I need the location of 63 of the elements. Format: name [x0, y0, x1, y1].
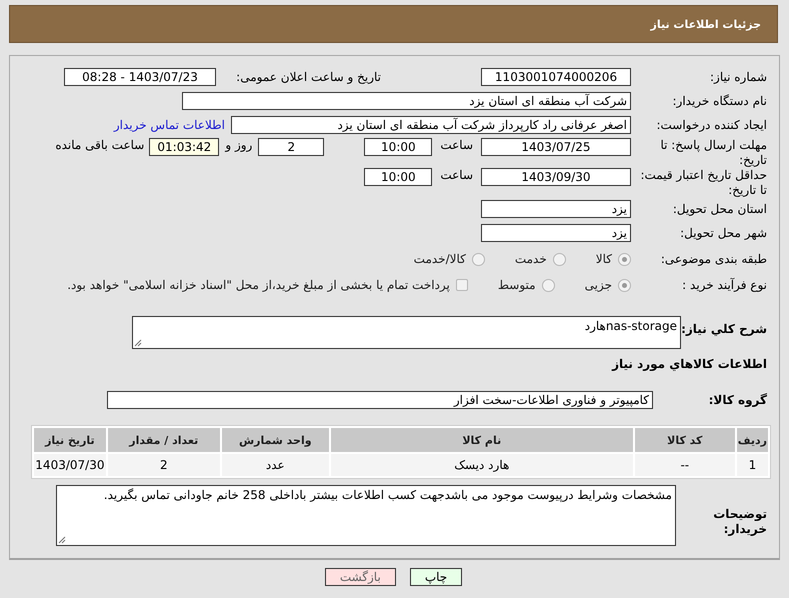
option-label: كالا/خدمت — [414, 252, 466, 266]
field-label: شماره نیاز: — [709, 70, 768, 84]
field-label: شهر محل تحویل: — [679, 226, 768, 240]
table-cell: 2 — [108, 454, 220, 476]
radio-button[interactable] — [472, 252, 485, 266]
field-label: گروه کالا: — [708, 392, 768, 408]
table-cell: 1403/07/30 — [34, 454, 106, 476]
date-field: 1403/09/30 — [481, 168, 631, 186]
goods-group-field: کامپیوتر و فناوری اطلاعات-سخت افزار — [107, 391, 653, 409]
section-heading: اطلاعات كالاهاي مورد نياز — [610, 357, 768, 371]
remaining-time-field: 01:03:42 — [149, 138, 220, 156]
time-label: ساعت — [440, 168, 473, 182]
buyer-org-field: شرکت آب منطقه ای استان یزد — [182, 92, 631, 110]
back-button[interactable]: بازگشت — [324, 568, 396, 586]
table-cell: عدد — [222, 454, 329, 476]
remaining-label: ساعت باقی مانده — [55, 138, 144, 152]
description-textarea[interactable]: nas-storageهارد — [132, 316, 681, 349]
days-label: روز و — [225, 138, 252, 152]
radio-button[interactable] — [552, 252, 566, 266]
checkbox[interactable] — [456, 279, 468, 291]
print-button[interactable]: چاپ — [410, 568, 462, 586]
resize-grip-icon[interactable] — [134, 339, 142, 347]
column-header: کد کالا — [634, 428, 735, 452]
field-label: نام دستگاه خریدار: — [672, 94, 768, 108]
time-field: 10:00 — [364, 138, 432, 156]
time-field: 10:00 — [364, 168, 432, 186]
column-header: نام کالا — [330, 428, 633, 452]
column-header: ردیف — [736, 428, 768, 452]
buyer-contact-link[interactable]: اطلاعات تماس خریدار — [114, 118, 225, 132]
radio-button[interactable] — [618, 252, 631, 266]
option-label: جزیی — [584, 278, 612, 292]
field-label: مهلت ارسال پاسخ: تا تاریخ: — [659, 138, 768, 168]
option-label: متوسط — [498, 278, 536, 292]
time-label: ساعت — [440, 138, 473, 152]
radio-button[interactable] — [618, 278, 631, 292]
option-label: خدمت — [514, 252, 547, 266]
field-label: استان محل تحویل: — [672, 202, 768, 216]
buyer-notes-textarea[interactable]: مشخصات وشرایط درپیوست موجود می باشدجهت کسب اطلاعات بیشتر باداخلی 258 خانم جاودانی تماس بگیرید. — [56, 485, 676, 546]
table-cell: 1 — [736, 454, 768, 476]
field-label: شرح كلي نياز: — [681, 321, 768, 337]
option-label: كالا — [596, 252, 612, 266]
page-header: جزئیات اطلاعات نیاز — [9, 5, 778, 43]
field-label: تاریخ و ساعت اعلان عمومی: — [235, 70, 382, 84]
field-label: حداقل تاریخ اعتبار قیمت: تا تاریخ: — [639, 168, 768, 198]
column-header: تاریخ نیاز — [34, 428, 106, 452]
field-label: نوع فرآیند خرید : — [681, 278, 768, 292]
table-cell: -- — [634, 454, 735, 476]
table-cell: هارد دیسک — [330, 454, 633, 476]
need-number-field: 1103001074000206 — [481, 68, 631, 86]
radio-button[interactable] — [542, 278, 555, 292]
column-header: تعداد / مقدار — [108, 428, 220, 452]
location-field: یزد — [481, 200, 631, 218]
days-field: 2 — [258, 138, 324, 156]
date-field: 1403/07/25 — [481, 138, 631, 156]
field-label: ایجاد کننده درخواست: — [655, 118, 768, 132]
requester-field: اصغر عرفانی راد کارپرداز شرکت آب منطقه ای استان یزد — [231, 116, 631, 134]
field-label: توضیحات خریدار: — [712, 506, 768, 537]
resize-grip-icon[interactable] — [58, 536, 66, 544]
column-header: واحد شمارش — [222, 428, 329, 452]
option-label: پرداخت تمام یا بخشی از مبلغ خرید،از محل "اسناد خزانه اسلامی" خواهد بود. — [67, 278, 450, 292]
field-label: طبقه بندی موضوعی: — [660, 252, 768, 266]
announce-date-field: 1403/07/23 - 08:28 — [64, 68, 216, 86]
location-field: یزد — [481, 224, 631, 242]
